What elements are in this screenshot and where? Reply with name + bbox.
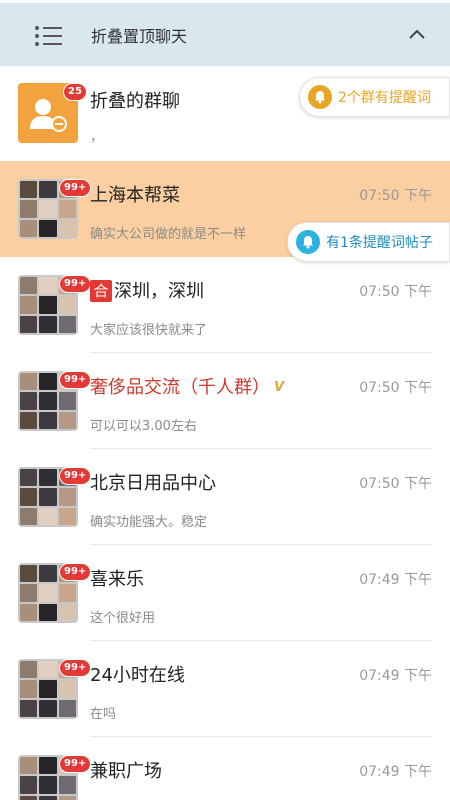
chat-preview: 大家应该很快就来了: [90, 323, 208, 338]
chat-time: 07:50 下午: [359, 380, 432, 396]
chat-title: 兼职广场: [90, 757, 162, 783]
chat-row[interactable]: 99+ 上海本帮菜 07:50 下午确实大公司做的就是不一样有1条提醒词帖子: [0, 161, 450, 262]
keyword-alert-pill[interactable]: 2个群有提醒词: [299, 77, 450, 117]
chat-row[interactable]: 99+兼职广场07:49 下午...: [0, 737, 450, 800]
pill-label: 2个群有提醒词: [338, 90, 431, 106]
chat-title: 北京日用品中心: [90, 469, 216, 495]
unread-badge: 25: [63, 83, 87, 101]
header-title: 折叠置顶聊天: [91, 27, 188, 46]
chat-title-text: 上海本帮菜: [90, 185, 180, 206]
bell-icon: [308, 85, 332, 109]
unread-badge: 99+: [59, 755, 92, 773]
chat-title: 喜来乐: [90, 565, 144, 591]
unread-badge: 99+: [59, 275, 92, 293]
unread-badge: 99+: [59, 179, 92, 197]
chat-title-text: 喜来乐: [90, 569, 144, 590]
chat-title-text: 奢侈品交流（千人群）: [90, 377, 270, 398]
chat-row[interactable]: 99+ 奢侈品交流（千人群） V 07:50 下午可以可以3.00左右: [0, 353, 450, 449]
menu-list-icon[interactable]: [34, 25, 62, 47]
chat-title: 上海本帮菜: [90, 181, 180, 207]
chevron-up-icon[interactable]: [405, 23, 429, 47]
chat-row[interactable]: 99+ 北京日用品中心 07:50 下午确实功能强大。稳定: [0, 449, 450, 545]
chat-time: 07:50 下午: [359, 284, 432, 300]
chat-preview: 这个很好用: [90, 611, 156, 626]
chat-row[interactable]: 99+ 合深圳，深圳 07:50 下午大家应该很快就来了: [0, 257, 450, 353]
chat-preview: ，: [90, 130, 104, 145]
chat-title-text: 兼职广场: [90, 761, 162, 782]
chat-time: 07:49 下午: [359, 764, 432, 780]
chat-title: 24小时在线: [90, 661, 185, 687]
chat-title-text: 北京日用品中心: [90, 473, 216, 494]
merged-group-tag: 合: [90, 280, 112, 302]
unread-badge: 99+: [59, 563, 92, 581]
unread-badge: 99+: [59, 371, 92, 389]
chat-time: 07:50 下午: [359, 188, 432, 204]
chat-preview: 确实功能强大。稳定: [90, 515, 208, 530]
chat-preview: 在吗: [90, 707, 117, 722]
chat-time: 07:49 下午: [359, 572, 432, 588]
pill-label: 有1条提醒词帖子: [326, 235, 433, 251]
keyword-post-alert-pill[interactable]: 有1条提醒词帖子: [287, 222, 450, 262]
chat-title-text: 深圳，深圳: [114, 281, 204, 302]
chat-row[interactable]: 99+ 24小时在线 07:49 下午在吗: [0, 641, 450, 737]
chat-title: 合深圳，深圳: [90, 277, 204, 303]
chat-time: 07:49 下午: [359, 668, 432, 684]
unread-badge: 99+: [59, 659, 92, 677]
bell-icon: [296, 230, 320, 254]
chat-preview: 可以可以3.00左右: [90, 419, 197, 434]
chat-title: 折叠的群聊: [90, 91, 180, 112]
top-bar: 折叠置顶聊天: [0, 0, 450, 66]
chat-title: 奢侈品交流（千人群） V: [90, 373, 284, 399]
chat-title-text: 24小时在线: [90, 665, 185, 686]
unread-badge: 99+: [59, 467, 92, 485]
chat-preview: 确实大公司做的就是不一样: [90, 227, 247, 242]
chat-row[interactable]: 99+ 喜来乐 07:49 下午这个很好用: [0, 545, 450, 641]
vip-icon: V: [274, 380, 285, 395]
chat-time: 07:50 下午: [359, 476, 432, 492]
folded-group-row[interactable]: 25 折叠的群聊 ， 2个群有提醒词: [0, 66, 450, 161]
